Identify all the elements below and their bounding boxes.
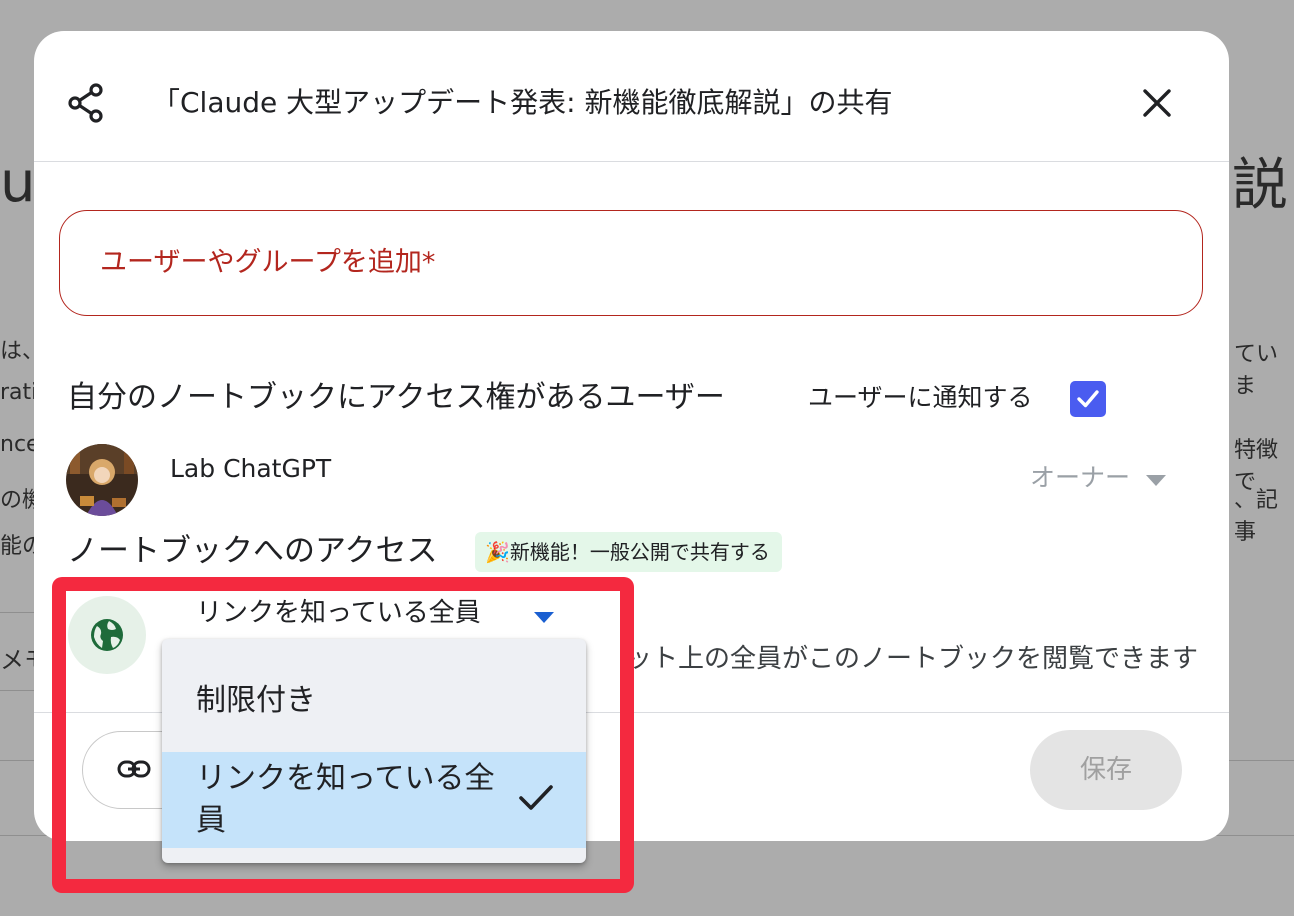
notify-label: ユーザーに通知する (808, 383, 1033, 412)
background-text: rati (0, 380, 38, 405)
chevron-down-icon (1146, 475, 1166, 486)
notebook-access-heading: ノートブックへのアクセス (67, 533, 438, 569)
background-text: 、記事 (1234, 488, 1279, 545)
avatar (66, 444, 138, 516)
people-with-access-heading: 自分のノートブックにアクセス権があるユーザー (67, 380, 725, 415)
save-button[interactable]: 保存 (1030, 730, 1182, 810)
add-people-input[interactable]: ユーザーやグループを追加* (59, 210, 1203, 316)
add-people-placeholder: ユーザーやグループを追加* (100, 247, 436, 278)
role-select: オーナー (1030, 463, 1131, 492)
close-icon[interactable] (1140, 86, 1174, 120)
highlight-annotation (52, 577, 634, 893)
checkmark-icon (1077, 390, 1099, 408)
new-feature-badge: 🎉新機能！一般公開で共有する (475, 532, 782, 572)
share-icon (68, 83, 103, 123)
dialog-title: 「Claude 大型アップデート発表: 新機能徹底解説」の共有 (152, 86, 893, 119)
notify-checkbox[interactable] (1070, 381, 1106, 417)
user-name: Lab ChatGPT (170, 454, 332, 483)
dialog-header: 「Claude 大型アップデート発表: 新機能徹底解説」の共有 (34, 31, 1229, 162)
background-text: 説 (1232, 153, 1288, 218)
background-text: ていま (1234, 342, 1279, 399)
